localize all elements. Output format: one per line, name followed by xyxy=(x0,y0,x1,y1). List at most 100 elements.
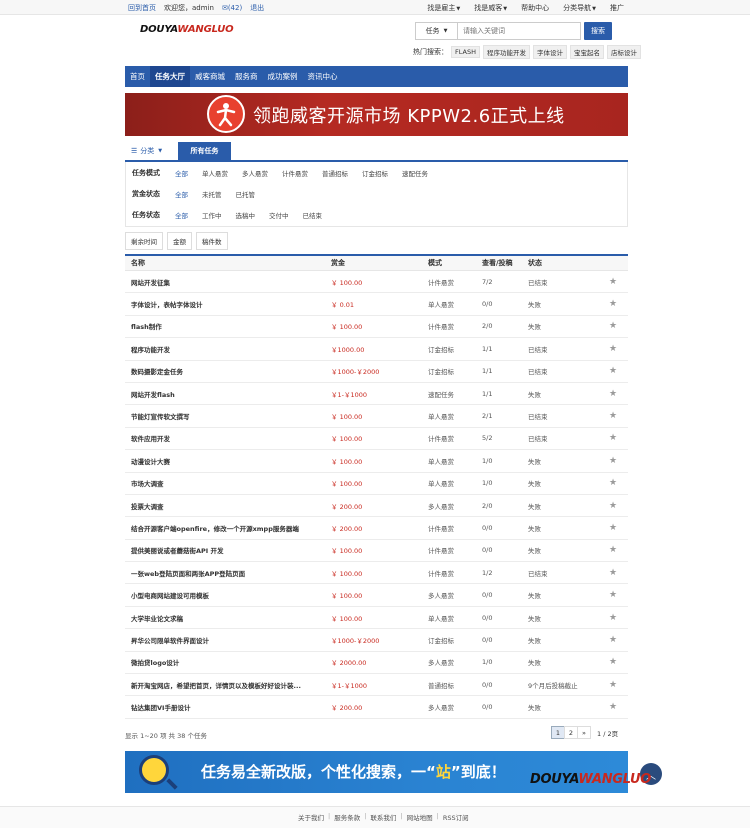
task-name-link[interactable]: 动漫设计大赛 xyxy=(125,456,329,466)
messages-link[interactable]: ✉(42) xyxy=(222,4,242,12)
filter-option[interactable]: 全部 xyxy=(175,210,188,220)
task-name-link[interactable]: 结合开源客户端openfire，修改一个开源xmpp服务器端 xyxy=(125,523,329,533)
nav-home[interactable]: 首页 xyxy=(125,66,150,87)
star-icon[interactable]: ★ xyxy=(598,299,628,309)
task-name-link[interactable]: flash制作 xyxy=(125,321,329,331)
hot-tag[interactable]: FLASH xyxy=(451,46,480,58)
task-name-link[interactable]: 微拍贷logo设计 xyxy=(125,657,329,667)
task-name-link[interactable]: 钻达集团VI手册设计 xyxy=(125,702,329,712)
star-icon[interactable]: ★ xyxy=(598,657,628,667)
star-icon[interactable]: ★ xyxy=(598,523,628,533)
star-icon[interactable]: ★ xyxy=(598,478,628,488)
footer-link-rss[interactable]: RSS订阅 xyxy=(443,812,469,822)
star-icon[interactable]: ★ xyxy=(598,680,628,690)
footer-link-terms[interactable]: 服务条款 xyxy=(334,812,360,822)
task-name-link[interactable]: 市场大调查 xyxy=(125,478,329,488)
task-reward: ￥1000-￥2000 xyxy=(331,636,380,645)
hot-tag[interactable]: 字体设计 xyxy=(532,45,567,59)
filter-option[interactable]: 选稿中 xyxy=(236,210,256,220)
promo-banner[interactable]: 领跑威客开源市场 KPPW2.6正式上线 xyxy=(125,93,628,136)
task-name-link[interactable]: 数码摄影定金任务 xyxy=(125,366,329,376)
filter-row-reward: 赏金状态 全部 未托管 已托管 xyxy=(132,189,269,199)
filter-option[interactable]: 已结束 xyxy=(303,210,323,220)
promotion-link[interactable]: 推广 xyxy=(610,3,624,13)
hot-tag[interactable]: 宝宝起名 xyxy=(569,45,604,59)
filter-option[interactable]: 订金招标 xyxy=(362,168,388,178)
filter-option[interactable]: 全部 xyxy=(175,189,188,199)
task-name-link[interactable]: 字体设计，表帖字体设计 xyxy=(125,299,329,309)
star-icon[interactable]: ★ xyxy=(598,366,628,376)
nav-cases[interactable]: 成功案例 xyxy=(263,66,303,87)
nav-news[interactable]: 资讯中心 xyxy=(303,66,343,87)
task-reward: ￥ 0.01 xyxy=(331,301,355,310)
task-name-link[interactable]: 网站开发征集 xyxy=(125,277,329,287)
chevron-down-icon: ▼ xyxy=(592,6,596,12)
sort-amount-button[interactable]: 金额 xyxy=(167,232,192,250)
task-name-link[interactable]: 节能灯宣传软文撰写 xyxy=(125,411,329,421)
task-name-link[interactable]: 网站开发flash xyxy=(125,389,329,399)
task-name-link[interactable]: 提供美丽说或者蘑菇街API 开发 xyxy=(125,545,329,555)
next-page-button[interactable]: » xyxy=(577,726,591,739)
star-icon[interactable]: ★ xyxy=(598,501,628,511)
filter-option[interactable]: 计件悬赏 xyxy=(282,168,308,178)
star-icon[interactable]: ★ xyxy=(598,635,628,645)
sort-time-button[interactable]: 剩余时间 xyxy=(125,232,163,250)
star-icon[interactable]: ★ xyxy=(598,568,628,578)
help-center-link[interactable]: 帮助中心 xyxy=(521,3,549,13)
star-icon[interactable]: ★ xyxy=(598,433,628,443)
task-reward: ￥ 100.00 xyxy=(331,413,363,422)
task-name-link[interactable]: 投票大调查 xyxy=(125,501,329,511)
nav-providers[interactable]: 服务商 xyxy=(230,66,263,87)
witkey-menu[interactable]: 找是威客▼ xyxy=(474,3,507,13)
category-tab[interactable]: ☰ 分类 ▼ xyxy=(131,142,162,160)
task-stats: 1/1 xyxy=(482,344,493,353)
filter-option[interactable]: 速配任务 xyxy=(402,168,428,178)
task-name-link[interactable]: 一张web登陆页面和两张APP登陆页面 xyxy=(125,568,329,578)
star-icon[interactable]: ★ xyxy=(598,344,628,354)
task-name-link[interactable]: 大学毕业论文求稿 xyxy=(125,613,329,623)
employer-menu[interactable]: 找是雇主▼ xyxy=(427,3,460,13)
nav-mall[interactable]: 威客商城 xyxy=(190,66,230,87)
filter-option[interactable]: 未托管 xyxy=(202,189,222,199)
filter-option[interactable]: 单人悬赏 xyxy=(202,168,228,178)
column-header: 模式 xyxy=(428,259,442,267)
filter-option[interactable]: 已托管 xyxy=(236,189,256,199)
page-1-button[interactable]: 1 xyxy=(551,726,565,739)
filter-option[interactable]: 工作中 xyxy=(202,210,222,220)
footer-link-contact[interactable]: 联系我们 xyxy=(370,812,396,822)
hot-tag[interactable]: 程序功能开发 xyxy=(482,45,530,59)
task-name-link[interactable]: 小型电商网站建设可用模板 xyxy=(125,590,329,600)
search-type-select[interactable]: 任务 ▼ xyxy=(415,22,457,40)
filter-option[interactable]: 普通招标 xyxy=(322,168,348,178)
star-icon[interactable]: ★ xyxy=(598,389,628,399)
search-button[interactable]: 搜索 xyxy=(584,22,612,40)
task-name-link[interactable]: 昇华公司限单软件界面设计 xyxy=(125,635,329,645)
star-icon[interactable]: ★ xyxy=(598,613,628,623)
star-icon[interactable]: ★ xyxy=(598,590,628,600)
tab-all-tasks[interactable]: 所有任务 xyxy=(178,142,231,160)
star-icon[interactable]: ★ xyxy=(598,411,628,421)
star-icon[interactable]: ★ xyxy=(598,321,628,331)
hot-tag[interactable]: 店标设计 xyxy=(606,45,641,59)
task-name-link[interactable]: 程序功能开发 xyxy=(125,344,329,354)
site-logo[interactable]: DOUYAWANGLUO xyxy=(140,24,234,35)
page-2-button[interactable]: 2 xyxy=(564,726,578,739)
footer-link-sitemap[interactable]: 网站地图 xyxy=(407,812,433,822)
nav-task-hall[interactable]: 任务大厅 xyxy=(150,66,190,87)
filter-option[interactable]: 交付中 xyxy=(269,210,289,220)
back-home-link[interactable]: 回到首页 xyxy=(128,3,156,13)
logout-link[interactable]: 退出 xyxy=(250,3,264,13)
star-icon[interactable]: ★ xyxy=(598,277,628,287)
sort-submissions-button[interactable]: 稿件数 xyxy=(196,232,228,250)
task-name-link[interactable]: 软件应用开发 xyxy=(125,433,329,443)
filter-option[interactable]: 多人悬赏 xyxy=(242,168,268,178)
star-icon[interactable]: ★ xyxy=(598,702,628,712)
footer-link-about[interactable]: 关于我们 xyxy=(298,812,324,822)
search-input[interactable] xyxy=(457,22,581,40)
star-icon[interactable]: ★ xyxy=(598,545,628,555)
filter-option[interactable]: 全部 xyxy=(175,168,188,178)
star-icon[interactable]: ★ xyxy=(598,456,628,466)
category-nav-menu[interactable]: 分类导航▼ xyxy=(563,3,596,13)
task-mode: 普通招标 xyxy=(428,681,454,690)
task-name-link[interactable]: 新开淘宝网店，希望把首页，详情页以及模板好好设计装... xyxy=(125,680,329,690)
